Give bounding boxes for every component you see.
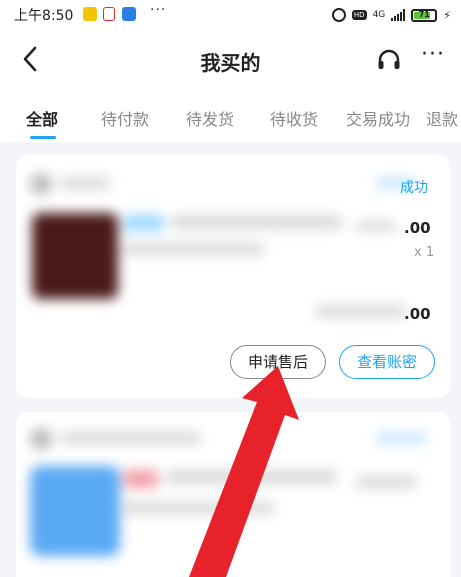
battery-icon: 71 [411,8,438,22]
tab-pending-payment[interactable]: 待付款 [101,106,149,130]
order-tabs: 全部 待付款 待发货 待收货 交易成功 退款 [0,92,461,142]
shield-notification-icon [122,7,136,21]
hd-icon: HD [351,10,367,20]
tab-completed[interactable]: 交易成功 [346,106,410,130]
tab-pending-shipment[interactable]: 待发货 [186,106,234,130]
headset-icon [378,49,400,69]
order-card[interactable]: 成功 .00 x 1 .00 申请售后 查看账密 [16,155,450,398]
charging-icon: ⚡ [443,8,451,22]
status-bar: 上午8:50 ··· HD 4G 71 ⚡ [0,0,461,30]
tab-refund[interactable]: 退款 [426,106,458,130]
blurred-order-details [16,155,450,325]
more-options-button[interactable]: ··· [421,42,445,67]
battery-level: 71 [418,9,430,19]
mail-notification-icon [103,7,115,21]
tab-all[interactable]: 全部 [26,106,58,130]
page-header: 我买的 ··· [0,30,461,92]
status-time: 上午8:50 [14,8,74,24]
alarm-icon [331,8,346,22]
order-status: 成功 [400,180,428,196]
view-account-password-button[interactable]: 查看账密 [339,345,435,379]
tab-pending-receipt[interactable]: 待收货 [270,106,318,130]
after-sales-button[interactable]: 申请售后 [230,345,326,379]
blurred-order-details [16,412,450,577]
active-tab-indicator [30,136,56,139]
signal-icon [391,9,406,21]
item-quantity: x 1 [414,245,435,260]
item-price: .00 [404,219,431,237]
order-card[interactable] [16,412,450,577]
app-notification-icon [83,7,97,21]
more-notifications: ··· [150,2,167,18]
customer-service-button[interactable] [376,48,402,74]
network-type: 4G [372,10,386,20]
order-total: .00 [404,305,431,323]
